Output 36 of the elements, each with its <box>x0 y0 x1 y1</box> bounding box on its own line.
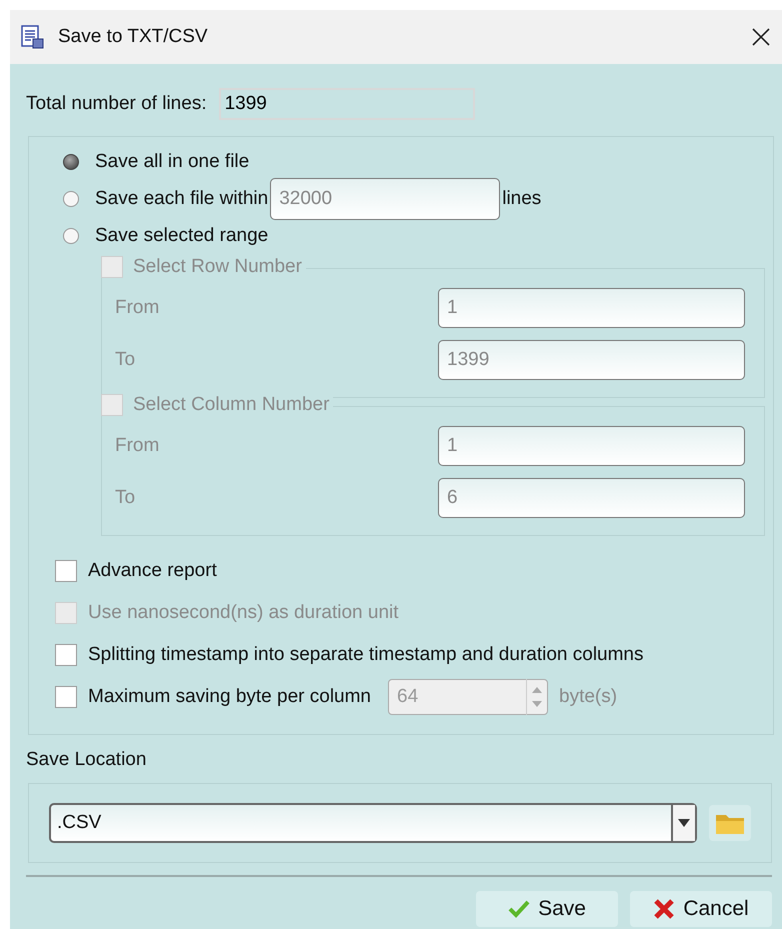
radio-label: Save all in one file <box>95 150 250 172</box>
radio-button[interactable] <box>63 154 79 170</box>
section-label: Save Location <box>26 749 148 771</box>
total-lines-field[interactable]: 1399 <box>218 88 475 120</box>
cancel-button[interactable]: Cancel <box>630 891 772 927</box>
x-icon <box>653 899 676 919</box>
lines-count-field[interactable]: 32000 <box>270 178 500 220</box>
field-label: From <box>115 297 160 319</box>
checkbox-label: Advance report <box>88 560 217 582</box>
checkbox[interactable] <box>55 644 77 666</box>
radio-button[interactable] <box>63 228 79 244</box>
checkmark-icon <box>508 900 530 918</box>
window-title: Save to TXT/CSV <box>58 26 209 48</box>
checkbox[interactable] <box>55 560 77 582</box>
total-lines-label: Total number of lines: <box>26 93 207 115</box>
checkbox-label: Select Row Number <box>133 256 302 278</box>
radio-button[interactable] <box>63 190 79 206</box>
radio-label: Save selected range <box>95 224 268 246</box>
field-label: To <box>115 487 136 509</box>
radio-label: Save each file within <box>95 188 268 210</box>
spinner-field[interactable]: 64 <box>388 679 548 715</box>
lines-label: lines <box>502 188 542 210</box>
unit-label: byte(s) <box>559 686 618 708</box>
location-dropdown[interactable]: .CSV <box>49 803 697 843</box>
field-label: From <box>115 435 160 457</box>
browse-folder-button[interactable] <box>709 805 751 841</box>
checkbox-label: Use nanosecond(ns) as duration unit <box>88 602 399 624</box>
close-icon[interactable] <box>750 26 772 48</box>
document-icon <box>20 25 44 49</box>
save-button[interactable]: Save <box>476 891 618 927</box>
checkbox-label: Maximum saving byte per column <box>88 686 371 708</box>
dropdown-arrow-icon[interactable] <box>678 819 690 827</box>
field-label: To <box>115 349 136 371</box>
checkbox-label: Select Column Number <box>133 394 330 416</box>
checkbox[interactable] <box>55 686 77 708</box>
checkbox-label: Splitting timestamp into separate timestamp and duration columns <box>88 644 644 666</box>
